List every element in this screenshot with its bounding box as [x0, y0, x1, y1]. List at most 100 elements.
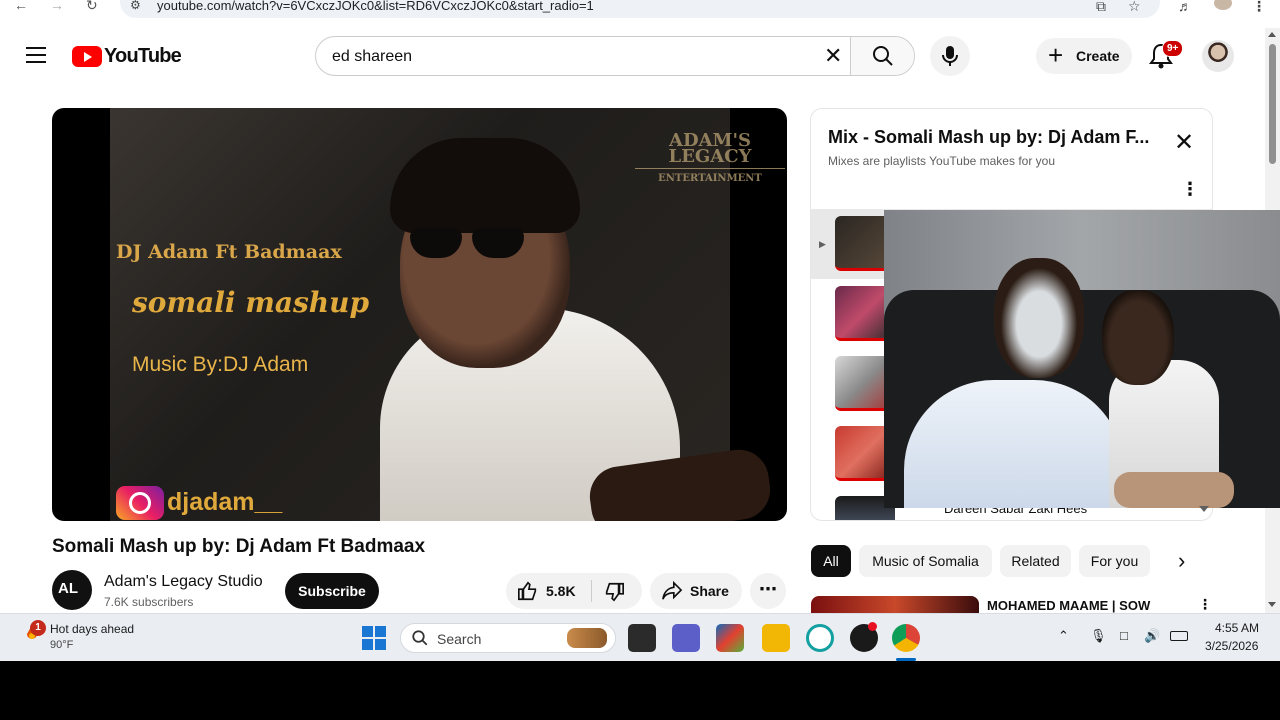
playlist-menu-icon[interactable]: ⋮ — [1181, 179, 1199, 200]
channel-name[interactable]: Adam's Legacy Studio — [104, 573, 263, 591]
search-icon — [412, 630, 428, 646]
copilot-icon[interactable] — [806, 624, 834, 652]
like-divider — [591, 580, 592, 602]
media-controls-icon[interactable]: ♬ — [1178, 0, 1192, 14]
close-playlist-icon[interactable]: ✕ — [1174, 131, 1194, 155]
like-count[interactable]: 5.8K — [546, 583, 576, 599]
youtube-header: YouTube ed shareen ✕ + Create 9+ — [0, 28, 1265, 84]
like-dislike-group: 5.8K — [506, 573, 642, 609]
recommended-title[interactable]: MOHAMED MAAME | SOW — [987, 598, 1150, 613]
search-icon — [873, 46, 893, 66]
expand-playlist-icon[interactable] — [1199, 506, 1209, 512]
share-icon — [662, 581, 683, 600]
plus-icon: + — [1048, 40, 1064, 70]
profile-avatar-icon[interactable] — [1214, 0, 1232, 10]
weather-title[interactable]: Hot days ahead — [50, 622, 134, 636]
webcam-blanket — [1114, 472, 1234, 508]
weather-badge: 1 — [30, 620, 46, 636]
search-highlight-icon — [567, 628, 607, 648]
overlay-title-text: somali mashup — [132, 286, 370, 319]
weather-temp: 90°F — [50, 639, 74, 651]
back-icon[interactable]: ← — [14, 0, 28, 12]
thumbs-down-icon[interactable] — [603, 581, 625, 603]
store-icon[interactable] — [716, 624, 744, 652]
instagram-handle: djadam__ — [167, 488, 283, 516]
search-box[interactable]: ed shareen ✕ — [315, 36, 915, 76]
browser-menu-icon[interactable]: ⋮ — [1252, 0, 1266, 15]
task-view-icon[interactable] — [628, 624, 656, 652]
file-explorer-icon[interactable] — [762, 624, 790, 652]
browser-toolbar: ← → ↻ ⚙ youtube.com/watch?v=6VCxczJOKc0&… — [0, 0, 1280, 20]
active-app-indicator — [896, 658, 916, 661]
webcam-overlay — [884, 210, 1280, 508]
chip-for-you[interactable]: For you — [1079, 545, 1150, 577]
watermark-line2: ENTERTAINMENT — [635, 168, 785, 187]
logo-text: YouTube — [104, 44, 182, 67]
windows-start-icon[interactable] — [362, 626, 386, 650]
install-app-icon[interactable]: ⧉ — [1096, 0, 1106, 15]
subscribe-button[interactable]: Subscribe — [285, 573, 379, 609]
thumbs-up-icon[interactable] — [517, 580, 539, 602]
recommended-menu-icon[interactable]: ⋮ — [1198, 596, 1212, 613]
clock-time[interactable]: 4:55 AM — [1215, 621, 1259, 635]
show-hidden-icons-icon[interactable]: ⌃ — [1058, 628, 1069, 644]
youtube-logo[interactable]: YouTube — [72, 44, 182, 67]
watermark-line1: ADAM'S LEGACY — [668, 130, 752, 167]
watermark-logo: ADAM'S LEGACY ENTERTAINMENT — [635, 130, 785, 187]
playlist-subtitle: Mixes are playlists YouTube makes for yo… — [828, 154, 1055, 168]
chip-music-of-somalia[interactable]: Music of Somalia — [859, 545, 992, 577]
subscriber-count: 7.6K subscribers — [104, 595, 194, 609]
taskbar: 1 Hot days ahead 90°F Search ⌃ 🎙 □ 🔊 4:5… — [0, 613, 1280, 661]
webcam-person-left-face — [994, 258, 1084, 378]
forward-icon[interactable]: → — [50, 0, 64, 12]
video-title: Somali Mash up by: Dj Adam Ft Badmaax — [52, 536, 426, 557]
url-text: youtube.com/watch?v=6VCxczJOKc0&list=RD6… — [157, 0, 594, 13]
recommended-thumbnail[interactable] — [811, 596, 979, 613]
address-bar[interactable]: ⚙ youtube.com/watch?v=6VCxczJOKc0&list=R… — [120, 0, 1160, 18]
account-avatar[interactable] — [1202, 40, 1234, 72]
chip-related[interactable]: Related — [1000, 545, 1071, 577]
video-subject-hair — [390, 138, 580, 233]
bookmark-star-icon[interactable]: ☆ — [1128, 0, 1141, 15]
share-label: Share — [690, 583, 729, 599]
site-settings-icon[interactable]: ⚙ — [130, 0, 141, 12]
taskbar-search-label: Search — [437, 631, 482, 647]
clock-date[interactable]: 3/25/2026 — [1205, 639, 1258, 653]
clear-search-icon[interactable]: ✕ — [824, 43, 842, 69]
more-actions-button[interactable]: ⋯ — [750, 573, 786, 609]
chrome-icon[interactable] — [892, 624, 920, 652]
playlist-title[interactable]: Mix - Somali Mash up by: Dj Adam F... — [828, 127, 1149, 148]
microphone-icon — [942, 46, 958, 66]
scroll-up-icon[interactable] — [1268, 32, 1276, 37]
scrollbar-thumb[interactable] — [1269, 44, 1276, 164]
screen: ← → ↻ ⚙ youtube.com/watch?v=6VCxczJOKc0&… — [0, 0, 1280, 661]
network-icon[interactable]: □ — [1120, 628, 1128, 643]
overlay-artist-text: DJ Adam Ft Badmaax — [116, 241, 342, 263]
sunglasses-graphic — [410, 228, 530, 262]
channel-avatar[interactable]: AL — [52, 570, 92, 610]
create-button[interactable]: + Create — [1036, 38, 1132, 74]
chevron-right-icon[interactable]: › — [1178, 548, 1185, 574]
notification-badge: 9+ — [1162, 40, 1184, 57]
battery-icon[interactable] — [1170, 631, 1188, 641]
reload-icon[interactable]: ↻ — [86, 0, 98, 12]
microphone-tray-icon[interactable]: 🎙 — [1090, 628, 1107, 644]
search-input[interactable]: ed shareen — [332, 48, 412, 66]
scroll-down-icon[interactable] — [1268, 602, 1276, 607]
chip-all[interactable]: All — [811, 545, 851, 577]
youtube-play-icon — [72, 45, 102, 67]
create-label: Create — [1076, 48, 1120, 64]
search-button[interactable] — [850, 37, 914, 75]
webcam-person-right-face — [1102, 290, 1174, 385]
volume-icon[interactable]: 🔊 — [1144, 628, 1160, 644]
voice-search-button[interactable] — [930, 36, 970, 76]
now-playing-icon: ▶ — [819, 239, 826, 249]
channel-avatar-initials: AL — [58, 580, 78, 597]
overlay-credit-text: Music By:DJ Adam — [132, 353, 309, 376]
share-button[interactable]: Share — [650, 573, 742, 609]
taskbar-search[interactable]: Search — [400, 623, 616, 653]
teams-icon[interactable] — [672, 624, 700, 652]
instagram-icon — [116, 486, 164, 520]
video-player[interactable]: ADAM'S LEGACY ENTERTAINMENT DJ Adam Ft B… — [52, 108, 787, 521]
menu-icon[interactable] — [26, 47, 46, 63]
